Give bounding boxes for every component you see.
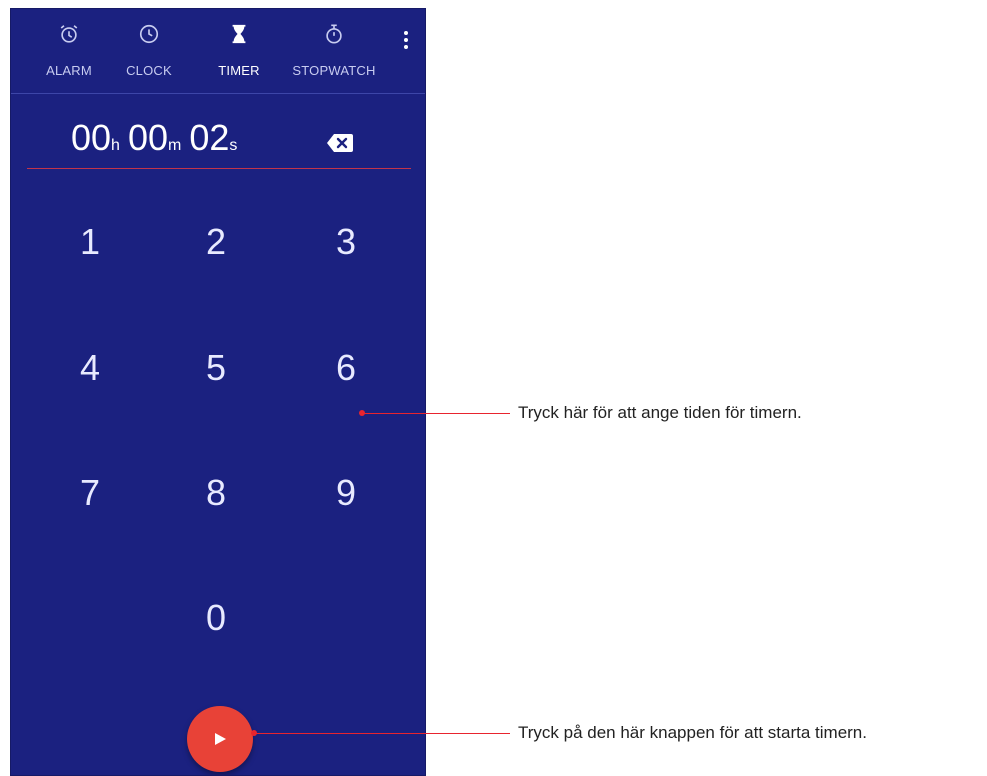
play-icon [215,733,226,745]
stopwatch-icon [326,24,342,44]
tab-alarm-label: ALARM [46,63,92,78]
tab-timer[interactable]: TIMER [199,9,279,93]
clock-app-screen: ALARM CLOCK TIMER STOPWATCH 00h 00m 02s … [10,8,426,776]
timer-minutes: 00 [127,117,168,158]
keypad-key-2[interactable]: 2 [171,207,261,277]
hourglass-icon [232,24,246,44]
keypad-key-1[interactable]: 1 [45,207,135,277]
clock-icon [139,24,159,44]
keypad-callout-text: Tryck här för att ange tiden för timern. [518,403,802,422]
timer-display-underline [27,168,411,169]
tab-alarm[interactable]: ALARM [29,9,109,93]
timer-seconds: 02 [189,117,230,158]
timer-seconds-unit: s [229,137,238,154]
tab-clock-label: CLOCK [126,63,172,78]
timer-time-readout: 00h 00m 02s [71,117,245,159]
screenshot-stage: ALARM CLOCK TIMER STOPWATCH 00h 00m 02s … [0,0,987,776]
keypad-key-0[interactable]: 0 [171,583,261,653]
keypad-key-6[interactable]: 6 [301,333,391,403]
timer-display: 00h 00m 02s [11,117,425,173]
keypad-key-3[interactable]: 3 [301,207,391,277]
tab-stopwatch[interactable]: STOPWATCH [284,9,384,93]
keypad-callout-line [362,413,510,414]
start-callout-text: Tryck på den här knappen för att starta … [518,723,867,742]
keypad-key-7[interactable]: 7 [45,458,135,528]
keypad-key-9[interactable]: 9 [301,458,391,528]
keypad-key-5[interactable]: 5 [171,333,261,403]
tab-stopwatch-label: STOPWATCH [292,63,376,78]
timer-hours-unit: h [111,137,120,154]
alarm-clock-icon [60,25,78,43]
timer-minutes-unit: m [168,137,182,154]
keypad-key-4[interactable]: 4 [45,333,135,403]
tab-timer-label: TIMER [218,63,260,78]
tab-bar: ALARM CLOCK TIMER STOPWATCH [11,9,425,94]
backspace-icon[interactable] [327,134,353,152]
timer-hours: 00 [71,117,112,158]
start-timer-button[interactable] [187,706,253,772]
tab-clock[interactable]: CLOCK [109,9,189,93]
overflow-menu-icon[interactable] [403,31,409,51]
keypad-key-8[interactable]: 8 [171,458,261,528]
start-callout-line [254,733,510,734]
